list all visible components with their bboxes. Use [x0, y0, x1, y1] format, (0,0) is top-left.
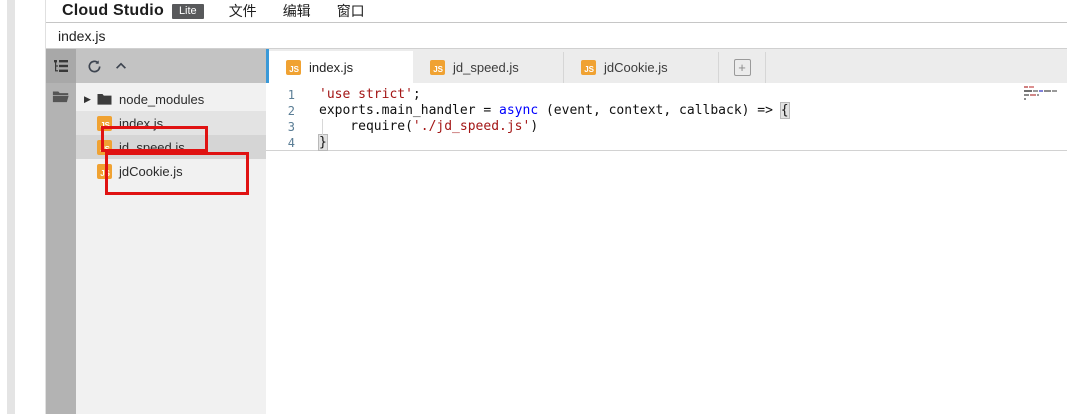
sidebar-body: ▶ node_modules JS index.js JS jd_speed.js JS jd…	[46, 83, 266, 414]
code-line-2[interactable]: 2exports.main_handler = async (event, co…	[266, 103, 1067, 119]
tab-label: jd_speed.js	[453, 60, 519, 75]
app-title: Cloud Studio	[62, 2, 164, 20]
folder-icon[interactable]	[52, 87, 70, 105]
minimap-line-2	[1024, 90, 1062, 92]
activity-bar	[46, 83, 76, 414]
explorer-header	[46, 49, 266, 83]
main-area: ▶ node_modules JS index.js JS jd_speed.js JS jd…	[46, 49, 1067, 414]
explorer-view-button[interactable]	[46, 49, 76, 83]
code-text: 'use strict';	[304, 87, 1067, 103]
active-group-indicator	[266, 49, 269, 83]
tab-index-js[interactable]: JS index.js	[269, 51, 413, 83]
menu-item-0[interactable]: 文件	[216, 1, 270, 21]
editor-group: JS index.js JS jd_speed.js JS jdCookie.js + 1'…	[266, 49, 1067, 414]
js-file-icon: JS	[97, 164, 112, 179]
js-file-icon: JS	[430, 60, 445, 75]
minimap-line-3	[1024, 94, 1062, 96]
code-line-1[interactable]: 1'use strict';	[266, 87, 1067, 103]
tree-item-node_modules[interactable]: ▶ node_modules	[76, 87, 266, 111]
chevron-right-icon[interactable]: ▶	[84, 94, 94, 105]
line-number: 2	[266, 103, 304, 119]
menubar: Cloud Studio Lite 文件编辑窗口	[46, 0, 1067, 23]
folder-closed-icon	[97, 93, 112, 105]
minimap-line-4	[1024, 98, 1062, 100]
code-editor[interactable]: 1'use strict';2exports.main_handler = as…	[266, 83, 1067, 414]
tree-item-index-js[interactable]: JS index.js	[76, 111, 266, 135]
tree-item-label: index.js	[119, 116, 163, 131]
line-number: 1	[266, 87, 304, 103]
plus-icon: +	[734, 59, 751, 76]
js-file-icon: JS	[97, 116, 112, 131]
tree-item-label: node_modules	[119, 92, 204, 107]
refresh-icon[interactable]	[85, 57, 103, 75]
js-file-icon: JS	[286, 60, 301, 75]
menu-item-2[interactable]: 窗口	[324, 1, 378, 21]
sidebar: ▶ node_modules JS index.js JS jd_speed.js JS jd…	[46, 49, 266, 414]
lite-badge: Lite	[172, 4, 204, 19]
line-number: 3	[266, 119, 304, 135]
tree-item-label: jd_speed.js	[119, 140, 185, 155]
menu-item-1[interactable]: 编辑	[270, 1, 324, 21]
tab-jdcookie-js[interactable]: JS jdCookie.js	[564, 52, 719, 83]
page-scrollbar[interactable]	[7, 0, 15, 414]
new-tab-button[interactable]: +	[719, 52, 766, 83]
menu-items: 文件编辑窗口	[216, 1, 378, 21]
tab-bar: JS index.js JS jd_speed.js JS jdCookie.js +	[266, 49, 1067, 83]
indent-guide	[322, 119, 323, 135]
cloud-studio-app: Cloud Studio Lite 文件编辑窗口 index.js	[45, 0, 1067, 414]
minimap-line-1	[1024, 86, 1062, 88]
js-file-icon: JS	[97, 140, 112, 155]
tree-view-icon	[53, 58, 69, 74]
tab-jd_speed-js[interactable]: JS jd_speed.js	[413, 52, 564, 83]
tab-label: index.js	[309, 60, 353, 75]
tree-item-jdcookie-js[interactable]: JS jdCookie.js	[76, 159, 266, 183]
line-number: 4	[266, 135, 304, 150]
code-text: }	[304, 135, 1067, 150]
tree-item-label: jdCookie.js	[119, 164, 183, 179]
code-line-4[interactable]: 4}	[266, 135, 1067, 151]
breadcrumb-row: index.js	[46, 23, 1067, 49]
js-file-icon: JS	[581, 60, 596, 75]
minimap[interactable]	[1024, 84, 1062, 102]
collapse-up-icon[interactable]	[112, 57, 130, 75]
tree-item-jd_speed-js[interactable]: JS jd_speed.js	[76, 135, 266, 159]
tree-toolbar	[76, 49, 266, 83]
file-tree: ▶ node_modules JS index.js JS jd_speed.js JS jd…	[76, 83, 266, 414]
code-line-3[interactable]: 3 require('./jd_speed.js')	[266, 119, 1067, 135]
tab-label: jdCookie.js	[604, 60, 668, 75]
code-text: exports.main_handler = async (event, con…	[304, 103, 1067, 119]
breadcrumb: index.js	[58, 28, 105, 44]
code-text: require('./jd_speed.js')	[304, 119, 1067, 135]
